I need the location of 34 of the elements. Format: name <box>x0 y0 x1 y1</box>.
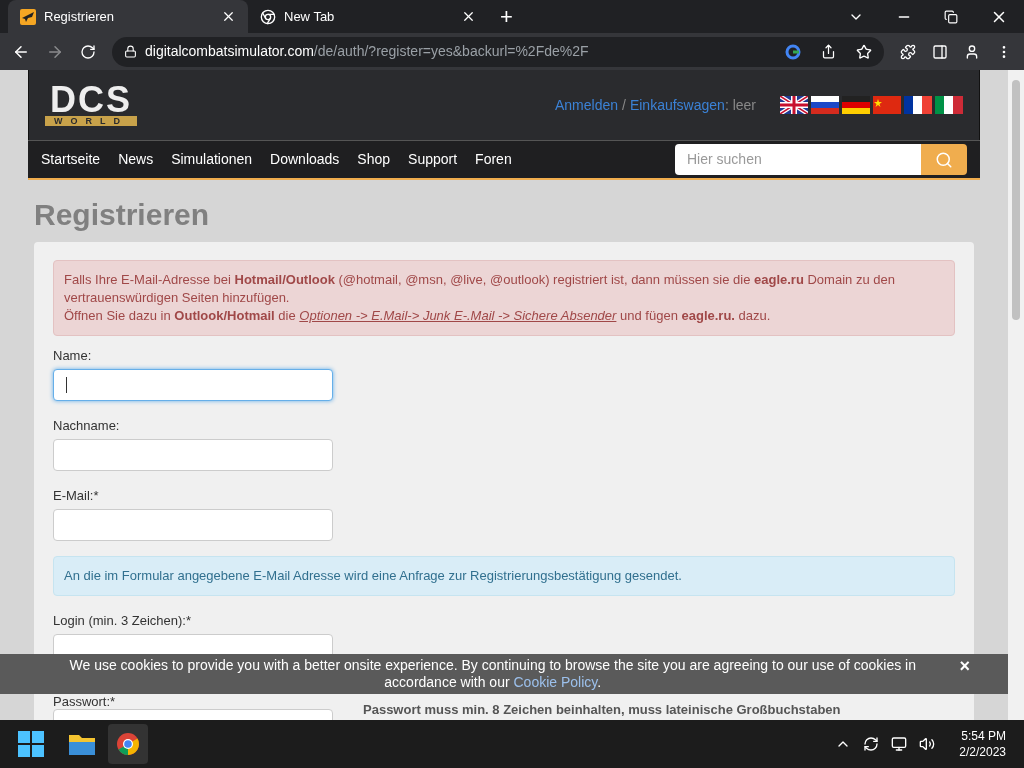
new-tab-button[interactable]: + <box>488 0 525 33</box>
browser-tab[interactable]: Registrieren <box>8 0 248 33</box>
nav-link[interactable]: Support <box>408 149 458 170</box>
nav-link[interactable]: Downloads <box>270 149 340 170</box>
nav-link[interactable]: Startseite <box>41 149 101 170</box>
browser-tab[interactable]: New Tab <box>248 0 488 33</box>
field-label: Login (min. 3 Zeichen):* <box>53 612 192 628</box>
nav-link[interactable]: Shop <box>357 149 391 170</box>
nav-link[interactable]: News <box>118 149 154 170</box>
login-link[interactable]: Anmelden <box>555 94 619 116</box>
clock-time[interactable]: 5:54 PM <box>961 728 1006 744</box>
url-text: digitalcombatsimulator.com/de/auth/?register=yes&backurl=%2Fde%2F <box>145 42 590 61</box>
password-hint: Passwort muss min. 8 Zeichen beinhalten, muss lateinische Großbuchstaben <box>363 702 841 717</box>
address-bar[interactable]: digitalcombatsimulator.com/de/auth/?register=yes&backurl=%2Fde%2F <box>112 36 884 67</box>
nav-link[interactable]: Simulationen <box>171 149 253 170</box>
nav-link[interactable]: Foren <box>475 149 512 170</box>
cart-link[interactable]: Einkaufswagen <box>629 94 725 116</box>
logo-text[interactable]: DCS <box>45 84 137 116</box>
field-label: E-Mail:* <box>53 488 100 503</box>
close-button[interactable]: × <box>959 657 970 675</box>
page-title: Registrieren <box>34 200 211 230</box>
cart-status: : leer <box>724 95 756 115</box>
field-label: Name: <box>53 348 93 363</box>
separator-text: / <box>622 95 626 115</box>
cookie-text: We use cookies to provide you with a better onsite experience. By continuing to browse the site you are agreeing to our use of cookies in accordance with our Cookie Policy. <box>68 657 917 691</box>
options-link[interactable]: Optionen -> E.Mail-> Junk E-.Mail -> Sichere Absender <box>299 308 617 323</box>
field-label: Passwort:* <box>53 694 117 708</box>
tab-title: New Tab <box>284 7 336 26</box>
clock-date[interactable]: 2/2/2023 <box>959 744 1006 760</box>
info-text: An die im Formular angegebene E-Mail Adresse wird eine Anfrage zur Registrierungsbestätigung gesendet. <box>64 568 682 583</box>
tab-title: Registrieren <box>44 7 116 26</box>
logo-subtitle: WORLD <box>45 116 137 126</box>
alert-text: Falls Ihre E-Mail-Adresse bei Hotmail/Outlook (@hotmail, @msn, @live, @outlook) registriert ist, dann müssen sie die eagle.ru Domain zu den vertrauenswürdigen Seiten hinzufügen. Öffnen Sie dazu in Outlook/Hotmail die Optionen -> E.Mail-> Junk E-.Mail -> Sichere Absender und fügen eagle.ru. dazu. <box>64 271 896 325</box>
field-label: Nachname: <box>53 418 121 433</box>
